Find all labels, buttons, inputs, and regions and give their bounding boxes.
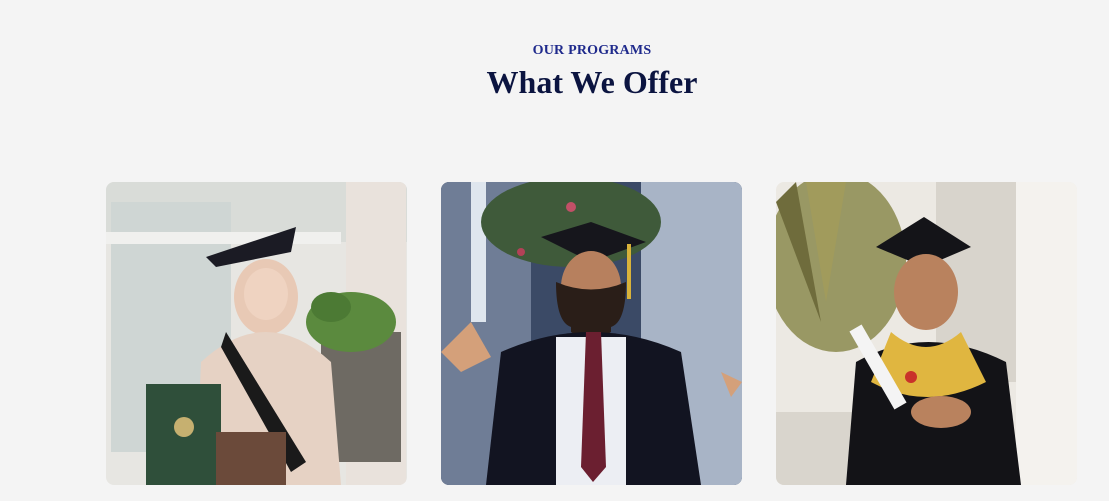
program-card-1[interactable] (106, 182, 407, 485)
graduate-man-cap-photo (441, 182, 742, 485)
program-card-2[interactable] (441, 182, 742, 485)
section-title: What We Offer (486, 64, 698, 100)
program-card-3[interactable] (776, 182, 1077, 485)
graduate-man-diploma-photo (776, 182, 1077, 485)
programs-section: OUR PROGRAMS What We Offer (0, 0, 1109, 501)
graduate-woman-hijab-photo (106, 182, 407, 485)
program-cards (106, 182, 1077, 485)
section-eyebrow: OUR PROGRAMS (532, 43, 652, 58)
